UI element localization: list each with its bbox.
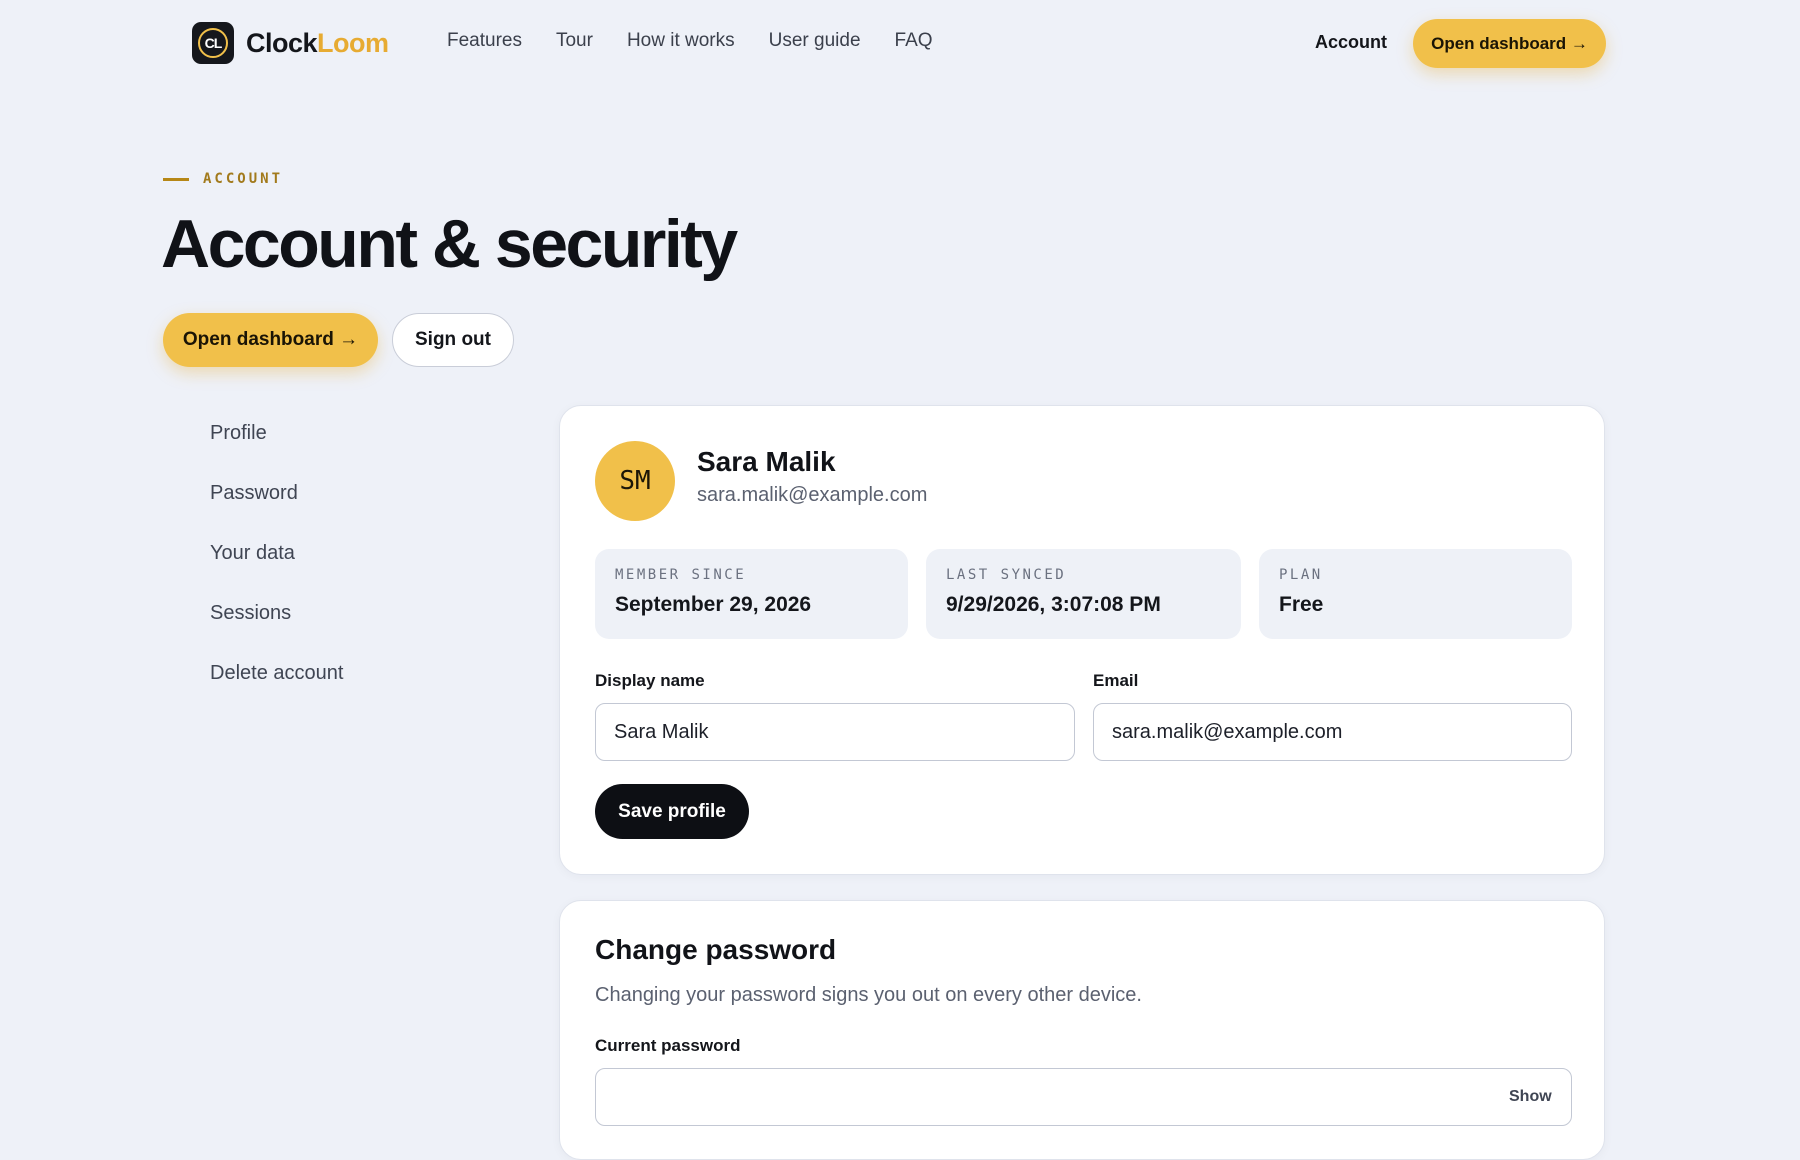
- top-navbar: CL ClockLoom Features Tour How it works …: [0, 0, 1800, 88]
- nav-link-how-it-works[interactable]: How it works: [627, 30, 735, 52]
- stat-label: MEMBER SINCE: [615, 567, 747, 583]
- change-password-card: Change password Changing your password s…: [559, 900, 1605, 1160]
- stat-value: Free: [1279, 593, 1324, 616]
- logo-icon: CL: [192, 22, 234, 64]
- display-name-field[interactable]: [595, 703, 1075, 761]
- account-link[interactable]: Account: [1315, 32, 1387, 53]
- sidebar-item-your-data[interactable]: Your data: [210, 538, 343, 598]
- display-name-label: Display name: [595, 671, 705, 690]
- page-title: Account & security: [161, 206, 738, 282]
- profile-card: SM Sara Malik sara.malik@example.com MEM…: [559, 405, 1605, 875]
- stat-plan: PLAN Free: [1259, 549, 1572, 639]
- change-password-title: Change password: [595, 934, 837, 965]
- eyebrow-text: ACCOUNT: [203, 171, 284, 187]
- user-name: Sara Malik: [697, 446, 836, 477]
- settings-sidebar: Profile Password Your data Sessions Dele…: [210, 418, 343, 718]
- sidebar-item-sessions[interactable]: Sessions: [210, 598, 343, 658]
- change-password-subtitle: Changing your password signs you out on …: [595, 984, 1142, 1006]
- nav-link-features[interactable]: Features: [447, 30, 522, 52]
- stat-value: September 29, 2026: [615, 593, 812, 616]
- logo-wordmark-part1: Clock: [246, 27, 318, 58]
- stat-member-since: MEMBER SINCE September 29, 2026: [595, 549, 908, 639]
- nav-link-tour[interactable]: Tour: [556, 30, 593, 52]
- current-password-field[interactable]: [595, 1068, 1572, 1126]
- sidebar-item-profile[interactable]: Profile: [210, 418, 343, 478]
- stat-value: 9/29/2026, 3:07:08 PM: [946, 593, 1161, 616]
- sidebar-item-password[interactable]: Password: [210, 478, 343, 538]
- stat-label: LAST SYNCED: [946, 567, 1067, 583]
- section-eyebrow: ACCOUNT: [163, 171, 283, 187]
- show-password-toggle[interactable]: Show: [1509, 1088, 1552, 1106]
- user-email: sara.malik@example.com: [697, 484, 928, 506]
- eyebrow-rule: [163, 177, 189, 181]
- open-dashboard-button[interactable]: Open dashboard →: [163, 313, 378, 367]
- logo-mark-text: CL: [198, 28, 228, 58]
- email-label: Email: [1093, 671, 1139, 690]
- avatar: SM: [595, 441, 675, 521]
- save-profile-button[interactable]: Save profile: [595, 784, 749, 839]
- main-nav: Features Tour How it works User guide FA…: [447, 30, 967, 52]
- header-open-dashboard-button[interactable]: Open dashboard →: [1413, 19, 1606, 68]
- stat-label: PLAN: [1279, 567, 1323, 583]
- nav-link-faq[interactable]: FAQ: [895, 30, 933, 52]
- logo[interactable]: CL ClockLoom: [192, 22, 389, 64]
- email-field[interactable]: [1093, 703, 1572, 761]
- sign-out-button[interactable]: Sign out: [392, 313, 514, 367]
- stat-last-synced: LAST SYNCED 9/29/2026, 3:07:08 PM: [926, 549, 1241, 639]
- sidebar-item-delete-account[interactable]: Delete account: [210, 658, 343, 718]
- logo-wordmark-part2: Loom: [317, 27, 389, 58]
- nav-link-user-guide[interactable]: User guide: [769, 30, 861, 52]
- current-password-label: Current password: [595, 1036, 741, 1055]
- logo-wordmark: ClockLoom: [246, 28, 389, 59]
